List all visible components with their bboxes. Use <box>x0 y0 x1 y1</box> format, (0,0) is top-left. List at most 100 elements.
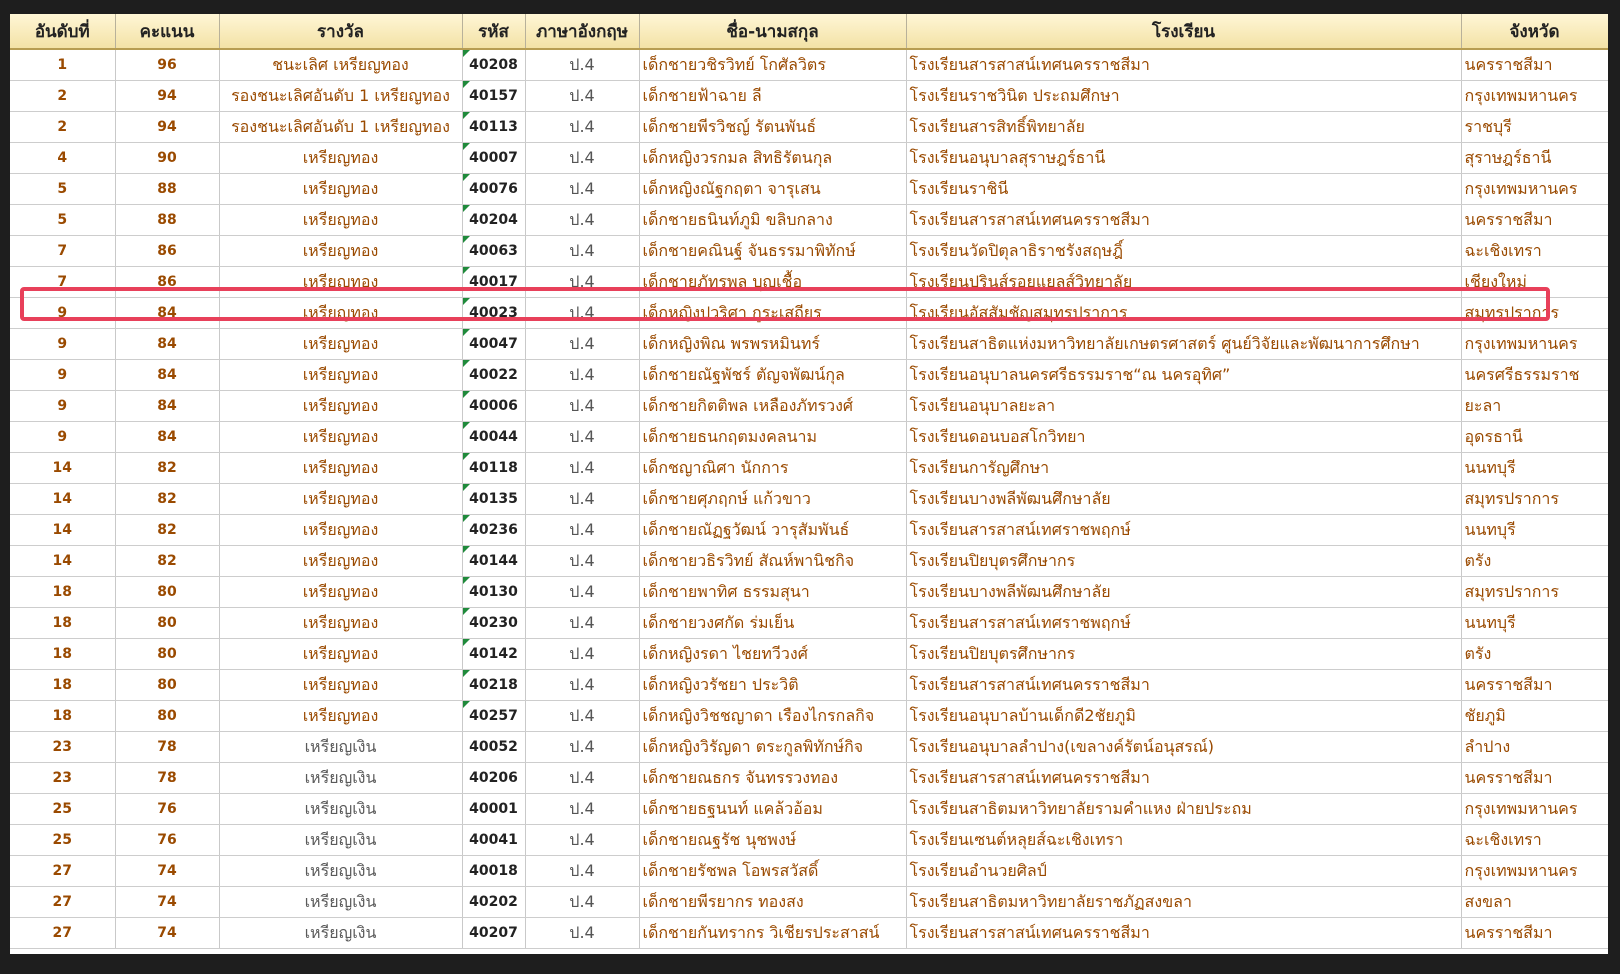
cell-name[interactable]: เด็กหญิงณัฐกฤตา จารุเสน <box>639 173 907 205</box>
cell-name[interactable]: เด็กหญิงปวริศา กูระเสถียร <box>639 297 907 329</box>
cell-province[interactable]: ชัยภูมิ <box>1461 700 1608 732</box>
table-row[interactable]: 5 88 เหรียญทอง 40204 ป.4 เด็กชายธนินท์ภูมิ ขล… <box>10 204 1608 236</box>
cell-award[interactable]: เหรียญทอง <box>219 328 463 360</box>
table-row[interactable]: 9 84 เหรียญทอง 40022 ป.4 เด็กชายณัฐพัชร์ ตัญจ… <box>10 359 1608 391</box>
cell-level[interactable]: ป.4 <box>525 359 640 391</box>
cell-code[interactable]: 40063 <box>462 235 526 267</box>
cell-level[interactable]: ป.4 <box>525 111 640 143</box>
cell-school[interactable]: โรงเรียนดอนบอสโกวิทยา <box>906 421 1462 453</box>
table-row[interactable]: 9 84 เหรียญทอง 40044 ป.4 เด็กชายธนกฤตมงคลนามโ… <box>10 421 1608 453</box>
table-row[interactable]: 18 80 เหรียญทอง 40257 ป.4 เด็กหญิงวิชชญาดา เร… <box>10 700 1608 732</box>
cell-rank[interactable]: 1 <box>10 49 116 81</box>
table-row[interactable]: 2 94 รองชนะเลิศอันดับ 1 เหรียญทอง 40113 ป.4 เ… <box>10 111 1608 143</box>
table-row[interactable]: 18 80 เหรียญทอง 40230 ป.4 เด็กชายวงศกัด ร่มเย… <box>10 607 1608 639</box>
cell-rank[interactable]: 27 <box>10 886 116 918</box>
cell-level[interactable]: ป.4 <box>525 731 640 763</box>
cell-rank[interactable]: 18 <box>10 638 116 670</box>
cell-score[interactable]: 90 <box>115 142 220 174</box>
cell-rank[interactable]: 18 <box>10 669 116 701</box>
header-code[interactable]: รหัส <box>462 14 526 50</box>
cell-rank[interactable]: 9 <box>10 297 116 329</box>
cell-school[interactable]: โรงเรียนสารสาสน์เทศนครราชสีมา <box>906 762 1462 794</box>
table-row[interactable]: 27 74 เหรียญเงิน 40202 ป.4 เด็กชายพีรยากร ทอง… <box>10 886 1608 918</box>
cell-score[interactable]: 84 <box>115 359 220 391</box>
cell-code[interactable]: 40218 <box>462 669 526 701</box>
cell-school[interactable]: โรงเรียนอนุบาลยะลา <box>906 390 1462 422</box>
cell-province[interactable]: สมุทรปราการ <box>1461 297 1608 329</box>
cell-province[interactable]: นนทบุรี <box>1461 607 1608 639</box>
cell-score[interactable]: 86 <box>115 266 220 298</box>
cell-rank[interactable]: 14 <box>10 452 116 484</box>
cell-code[interactable]: 40044 <box>462 421 526 453</box>
table-row[interactable]: 7 86 เหรียญทอง 40017 ป.4 เด็กชายภัทรพล บุญเชื… <box>10 266 1608 298</box>
cell-name[interactable]: เด็กชญาณิศา นักการ <box>639 452 907 484</box>
cell-rank[interactable]: 18 <box>10 607 116 639</box>
cell-score[interactable]: 76 <box>115 793 220 825</box>
cell-name[interactable]: เด็กชายศุภฤกษ์ แก้วขาว <box>639 483 907 515</box>
cell-province[interactable]: ฉะเชิงเทรา <box>1461 235 1608 267</box>
cell-school[interactable]: โรงเรียนอำนวยศิลป์ <box>906 855 1462 887</box>
cell-school[interactable]: โรงเรียนสารสาสน์เทศนครราชสีมา <box>906 204 1462 236</box>
cell-award[interactable]: รองชนะเลิศอันดับ 1 เหรียญทอง <box>219 80 463 112</box>
cell-level[interactable]: ป.4 <box>525 514 640 546</box>
cell-level[interactable]: ป.4 <box>525 452 640 484</box>
cell-award[interactable]: เหรียญทอง <box>219 173 463 205</box>
cell-level[interactable]: ป.4 <box>525 328 640 360</box>
cell-name[interactable]: เด็กชายภัทรพล บุญเชื้อ <box>639 266 907 298</box>
cell-rank[interactable]: 27 <box>10 855 116 887</box>
cell-level[interactable]: ป.4 <box>525 235 640 267</box>
cell-award[interactable]: เหรียญทอง <box>219 452 463 484</box>
cell-score[interactable]: 80 <box>115 638 220 670</box>
table-row[interactable]: 25 76 เหรียญเงิน 40041 ป.4 เด็กชายณฐรัช นุชพง… <box>10 824 1608 856</box>
cell-score[interactable]: 80 <box>115 607 220 639</box>
header-name[interactable]: ชื่อ-นามสกุล <box>639 14 907 50</box>
cell-code[interactable]: 40007 <box>462 142 526 174</box>
table-row[interactable]: 9 84 เหรียญทอง 40006 ป.4 เด็กชายกิตติพล เหลือ… <box>10 390 1608 422</box>
cell-code[interactable]: 40118 <box>462 452 526 484</box>
header-province[interactable]: จังหวัด <box>1461 14 1608 50</box>
cell-level[interactable]: ป.4 <box>525 607 640 639</box>
cell-score[interactable]: 88 <box>115 173 220 205</box>
cell-award[interactable]: เหรียญทอง <box>219 607 463 639</box>
cell-code[interactable]: 40023 <box>462 297 526 329</box>
table-row[interactable]: 14 82 เหรียญทอง 40236 ป.4 เด็กชายณัฏฐวัฒน์ วา… <box>10 514 1608 546</box>
cell-award[interactable]: เหรียญเงิน <box>219 762 463 794</box>
cell-level[interactable]: ป.4 <box>525 824 640 856</box>
cell-score[interactable]: 78 <box>115 731 220 763</box>
cell-rank[interactable]: 2 <box>10 80 116 112</box>
cell-award[interactable]: เหรียญเงิน <box>219 824 463 856</box>
cell-rank[interactable]: 27 <box>10 917 116 949</box>
cell-province[interactable]: ยะลา <box>1461 390 1608 422</box>
cell-province[interactable]: ตรัง <box>1461 638 1608 670</box>
table-row[interactable]: 14 82 เหรียญทอง 40135 ป.4 เด็กชายศุภฤกษ์ แก้ว… <box>10 483 1608 515</box>
cell-rank[interactable]: 14 <box>10 483 116 515</box>
cell-award[interactable]: เหรียญทอง <box>219 142 463 174</box>
cell-school[interactable]: โรงเรียนสารสาสน์เทศนครราชสีมา <box>906 917 1462 949</box>
table-row[interactable]: 7 86 เหรียญทอง 40063 ป.4 เด็กชายคณินฐ์ จันธรร… <box>10 235 1608 267</box>
cell-province[interactable]: นครราชสีมา <box>1461 917 1608 949</box>
cell-name[interactable]: เด็กหญิงรดา ไชยทวีวงศ์ <box>639 638 907 670</box>
cell-province[interactable]: ลำปาง <box>1461 731 1608 763</box>
cell-level[interactable]: ป.4 <box>525 173 640 205</box>
cell-school[interactable]: โรงเรียนสาธิตมหาวิทยาลัยรามคำแหง ฝ่ายประ… <box>906 793 1462 825</box>
cell-code[interactable]: 40113 <box>462 111 526 143</box>
cell-school[interactable]: โรงเรียนอนุบาลสุราษฎร์ธานี <box>906 142 1462 174</box>
cell-code[interactable]: 40041 <box>462 824 526 856</box>
cell-school[interactable]: โรงเรียนปิยบุตรศึกษากร <box>906 638 1462 670</box>
cell-code[interactable]: 40135 <box>462 483 526 515</box>
header-award[interactable]: รางวัล <box>219 14 463 50</box>
cell-code[interactable]: 40204 <box>462 204 526 236</box>
cell-name[interactable]: เด็กชายกันทรากร วิเชียรประสาสน์ <box>639 917 907 949</box>
cell-name[interactable]: เด็กชายณฐรัช นุชพงษ์ <box>639 824 907 856</box>
cell-name[interactable]: เด็กชายธนกฤตมงคลนาม <box>639 421 907 453</box>
table-row[interactable]: 14 82 เหรียญทอง 40118 ป.4 เด็กชญาณิศา นักการโ… <box>10 452 1608 484</box>
cell-school[interactable]: โรงเรียนสารสาสน์เทศราชพฤกษ์ <box>906 607 1462 639</box>
table-row[interactable]: 4 90 เหรียญทอง 40007 ป.4 เด็กหญิงวรกมล สิทธิร… <box>10 142 1608 174</box>
cell-rank[interactable]: 7 <box>10 235 116 267</box>
cell-score[interactable]: 84 <box>115 297 220 329</box>
cell-score[interactable]: 86 <box>115 235 220 267</box>
cell-name[interactable]: เด็กชายณัฏฐวัฒน์ วารุสัมพันธ์ <box>639 514 907 546</box>
cell-score[interactable]: 84 <box>115 421 220 453</box>
cell-score[interactable]: 94 <box>115 111 220 143</box>
cell-province[interactable]: ราชบุรี <box>1461 111 1608 143</box>
